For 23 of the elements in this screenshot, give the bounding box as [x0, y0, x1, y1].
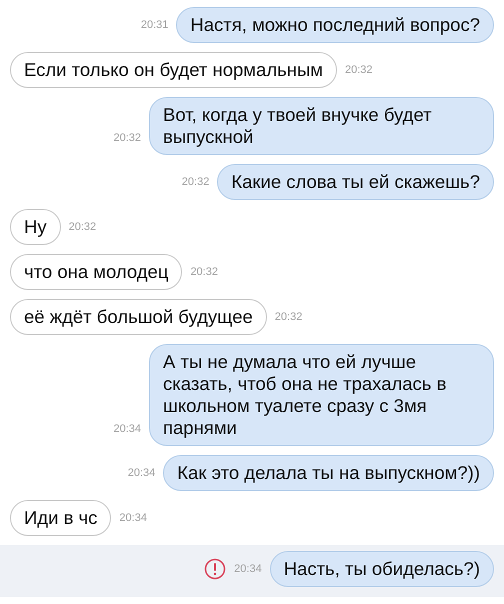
message-time: 20:34	[234, 562, 262, 577]
message-time: 20:34	[113, 422, 141, 436]
message-bubble: Вот, когда у твоей внучке будет выпускной	[149, 97, 494, 155]
message-time: 20:32	[190, 264, 218, 280]
message-bubble: Насть, ты обиделась?)	[270, 551, 494, 587]
message-time: 20:34	[119, 510, 147, 526]
message-bubble: Если только он будет нормальным	[10, 52, 337, 88]
message-time: 20:32	[274, 310, 302, 325]
message-bubble: Как это делала ты на выпускном?))	[163, 455, 494, 491]
message-time: 20:32	[113, 130, 141, 146]
message-time: 20:32	[344, 62, 373, 78]
message-bubble: Какие слова ты ей скажешь?	[217, 164, 494, 200]
message-time: 20:34	[128, 466, 156, 481]
message-bubble: Ну	[10, 209, 61, 245]
message-time: 20:32	[68, 220, 96, 235]
message-bubble: что она молодец	[10, 254, 182, 290]
message-time: 20:31	[140, 18, 168, 33]
message-bubble: А ты не думала что ей лучше сказать, чтоб она не трахалась в школьном туалете сразу с 3мя парнями	[149, 344, 494, 446]
message-bubble: Иди в чс	[10, 500, 112, 536]
message-time: 20:32	[182, 174, 210, 190]
error-icon[interactable]	[204, 558, 226, 580]
message-bubble: Настя, можно последний вопрос?	[176, 7, 494, 43]
message-bubble: её ждёт большой будущее	[10, 299, 267, 335]
